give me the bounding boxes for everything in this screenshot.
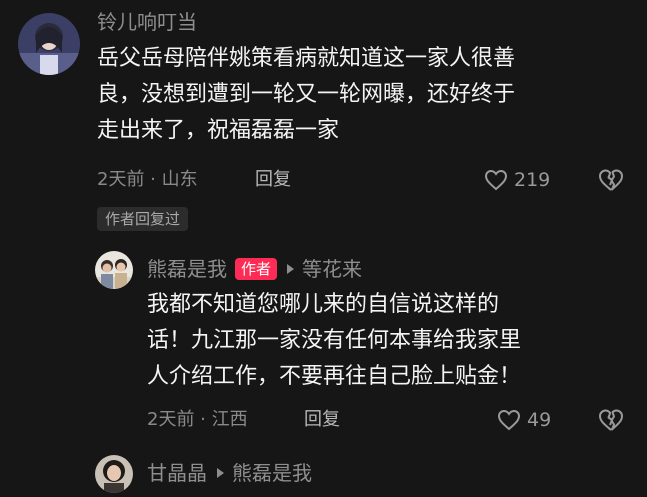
author-replied-tag: 作者回复过 bbox=[97, 207, 189, 231]
comment-meta: 2天前 · 山东 bbox=[97, 169, 198, 190]
heart-icon bbox=[484, 169, 508, 191]
reply-arrow-icon bbox=[217, 468, 224, 478]
avatar[interactable] bbox=[95, 455, 133, 493]
reply-to-username[interactable]: 等花来 bbox=[302, 257, 362, 281]
reply-text-line: 人介绍工作，不要再往自己脸上贴金！ bbox=[147, 364, 522, 389]
author-badge: 作者 bbox=[235, 258, 278, 280]
reply-header: 甘晶晶 熊磊是我 bbox=[147, 461, 312, 485]
broken-heart-icon bbox=[599, 169, 623, 191]
reply-username[interactable]: 甘晶晶 bbox=[147, 461, 207, 485]
broken-heart-icon bbox=[599, 409, 623, 431]
reply-username[interactable]: 熊磊是我 bbox=[147, 257, 227, 281]
dislike-button[interactable] bbox=[598, 408, 624, 436]
comment-text: 岳父岳母陪伴姚策看病就知道这一家人很善 良，没想到遭到一轮又一轮网曝，还好终于 … bbox=[97, 41, 617, 149]
comment-text-line: 走出来了，祝福磊磊一家 bbox=[97, 118, 340, 143]
reply-to-username[interactable]: 熊磊是我 bbox=[232, 461, 312, 485]
avatar-woman-photo-icon bbox=[95, 455, 133, 493]
reply-meta: 2天前 · 江西 bbox=[147, 409, 248, 430]
like-count: 219 bbox=[514, 169, 551, 191]
avatar[interactable] bbox=[95, 251, 133, 289]
dislike-button[interactable] bbox=[598, 168, 624, 196]
avatar[interactable] bbox=[18, 13, 80, 75]
reply-text-line: 话！九江那一家没有任何本事给我家里 bbox=[147, 328, 522, 353]
reply-button[interactable]: 回复 bbox=[255, 168, 291, 192]
heart-icon bbox=[497, 409, 521, 431]
reply-text-line: 我都不知道您哪儿来的自信说这样的 bbox=[147, 292, 500, 317]
avatar-family-photo-icon bbox=[95, 251, 133, 289]
avatar-anime-girl-icon bbox=[18, 13, 80, 75]
reply-header: 熊磊是我 作者 等花来 bbox=[147, 257, 362, 281]
comment-text-line: 良，没想到遭到一轮又一轮网曝，还好终于 bbox=[97, 82, 516, 107]
comment-text-line: 岳父岳母陪伴姚策看病就知道这一家人很善 bbox=[97, 46, 516, 71]
like-button[interactable]: 219 bbox=[484, 168, 550, 192]
like-button[interactable]: 49 bbox=[497, 408, 551, 432]
like-count: 49 bbox=[527, 409, 552, 431]
reply-button[interactable]: 回复 bbox=[304, 408, 340, 432]
comment-username[interactable]: 铃儿响叮当 bbox=[97, 10, 197, 34]
reply-text: 我都不知道您哪儿来的自信说这样的 话！九江那一家没有任何本事给我家里 人介绍工作… bbox=[147, 287, 617, 395]
reply-arrow-icon bbox=[287, 264, 295, 274]
